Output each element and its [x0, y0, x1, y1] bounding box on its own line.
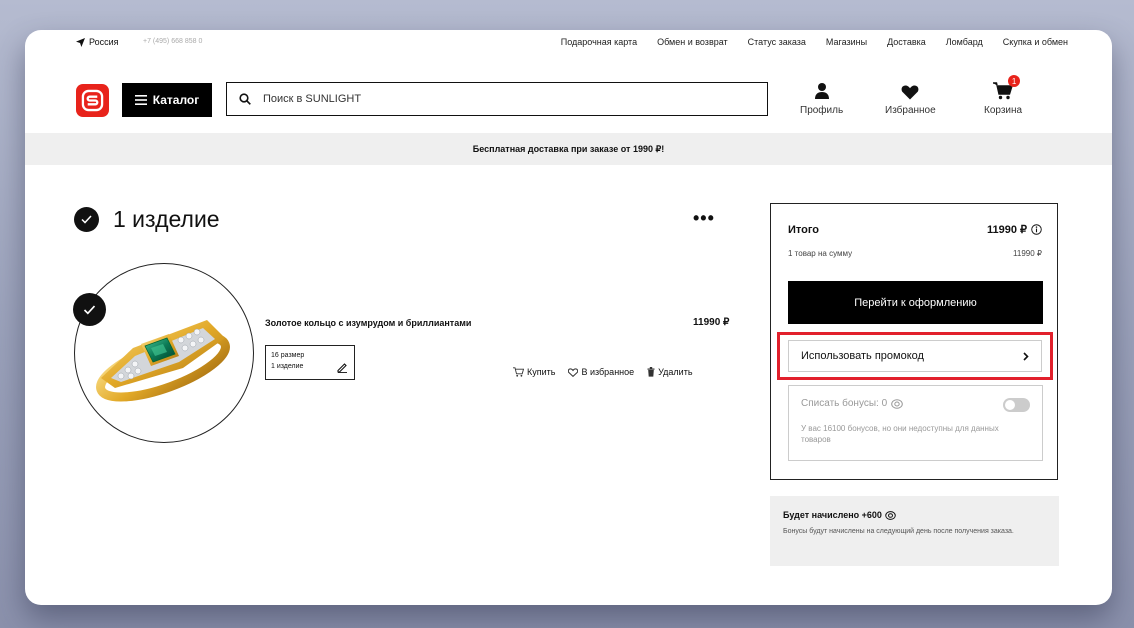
- bonus-note: У вас 16100 бонусов, но они недоступны д…: [801, 424, 999, 444]
- remove-button[interactable]: Удалить: [647, 367, 693, 377]
- buy-label: Купить: [527, 367, 556, 377]
- menu-icon: [134, 95, 147, 105]
- heart-outline-icon: [568, 367, 579, 377]
- link-stores[interactable]: Магазины: [826, 37, 867, 47]
- cart-button[interactable]: 1 Корзина: [984, 75, 1023, 116]
- search-bar[interactable]: [226, 82, 768, 116]
- select-all-checkbox[interactable]: [74, 207, 99, 232]
- size-quantity-box[interactable]: 16 размер 1 изделие: [265, 345, 355, 380]
- ring-image-icon: [96, 320, 230, 402]
- cart-heading: 1 изделие: [74, 206, 220, 233]
- heart-icon: [901, 85, 919, 100]
- profile-button[interactable]: Профиль: [800, 78, 843, 116]
- product-name[interactable]: Золотое кольцо с изумрудом и бриллиантам…: [265, 318, 471, 328]
- logo-s-icon: [81, 89, 104, 112]
- search-icon: [239, 93, 251, 105]
- bonus-line: Списать бонусы: 0: [801, 398, 903, 409]
- order-summary: Итого 11990 ₽ 1 товар на сумму 11990 ₽ П…: [770, 203, 1058, 480]
- cart-icon: [513, 367, 524, 377]
- search-input[interactable]: [261, 92, 745, 106]
- item-checkbox[interactable]: [73, 293, 106, 326]
- more-options-icon[interactable]: •••: [693, 208, 715, 229]
- top-links: Подарочная карта Обмен и возврат Статус …: [561, 37, 1068, 47]
- favorites-button[interactable]: Избранное: [885, 78, 936, 116]
- location-arrow-icon: [76, 37, 85, 47]
- promo-label: Использовать промокод: [801, 350, 924, 362]
- checkmark-icon: [81, 215, 92, 224]
- accrual-title: Будет начислено +600: [783, 510, 882, 520]
- favorites-label: Избранное: [885, 105, 936, 116]
- link-buyback[interactable]: Скупка и обмен: [1003, 37, 1068, 47]
- buy-button[interactable]: Купить: [513, 367, 555, 377]
- items-sum-value: 11990 ₽: [1013, 249, 1042, 258]
- accrual-note: Бонусы будут начислены на следующий день…: [783, 528, 1014, 535]
- edit-pencil-icon[interactable]: [337, 362, 348, 373]
- summary-total: 11990 ₽: [987, 223, 1042, 236]
- summary-title: Итого: [788, 224, 820, 236]
- bonus-coin-icon: [885, 510, 896, 520]
- location-selector[interactable]: Россия: [76, 37, 119, 47]
- link-order-status[interactable]: Статус заказа: [748, 37, 806, 47]
- banner-text: Бесплатная доставка при заказе от 1990 ₽…: [472, 143, 665, 154]
- accrual-title-row: Будет начислено +600: [783, 510, 896, 520]
- trash-icon: [647, 367, 655, 377]
- catalog-button[interactable]: Каталог: [122, 83, 212, 117]
- page-title: 1 изделие: [113, 206, 220, 232]
- cart-count-badge: 1: [1008, 75, 1021, 87]
- item-actions: Купить В избранное Удалить: [513, 367, 693, 377]
- cart-label: Корзина: [984, 105, 1023, 116]
- bonus-toggle[interactable]: [1003, 398, 1030, 412]
- link-pawnshop[interactable]: Ломбард: [946, 37, 983, 47]
- profile-icon: [814, 83, 829, 99]
- favorite-label: В избранное: [581, 367, 635, 377]
- link-exchange-return[interactable]: Обмен и возврат: [657, 37, 728, 47]
- location-label: Россия: [89, 37, 119, 47]
- top-bar: Россия +7 (495) 668 858 0 Подарочная кар…: [25, 30, 1112, 54]
- info-icon[interactable]: [1031, 224, 1042, 235]
- bonus-coin-icon: [891, 398, 903, 409]
- page-card: Россия +7 (495) 668 858 0 Подарочная кар…: [25, 30, 1112, 605]
- bonus-panel: Списать бонусы: 0 У вас 16100 бонусов, н…: [788, 385, 1043, 461]
- product-price: 11990 ₽: [693, 317, 730, 328]
- chevron-right-icon: [1023, 351, 1029, 361]
- checkmark-icon: [83, 305, 96, 315]
- link-delivery[interactable]: Доставка: [887, 37, 926, 47]
- profile-label: Профиль: [800, 105, 844, 116]
- size-label: 16 размер: [271, 352, 305, 359]
- free-delivery-banner: Бесплатная доставка при заказе от 1990 ₽…: [25, 133, 1112, 165]
- phone-number[interactable]: +7 (495) 668 858 0: [143, 38, 202, 45]
- items-sum-label: 1 товар на сумму: [788, 249, 853, 258]
- bonus-accrual-panel: Будет начислено +600 Бонусы будут начисл…: [770, 496, 1059, 566]
- catalog-label: Каталог: [152, 93, 200, 107]
- total-value: 11990 ₽: [986, 224, 1027, 236]
- checkout-button[interactable]: Перейти к оформлению: [788, 281, 1043, 324]
- bonus-label: Списать бонусы: 0: [801, 398, 888, 409]
- link-gift-card[interactable]: Подарочная карта: [561, 37, 637, 47]
- promo-code-button[interactable]: Использовать промокод: [788, 340, 1042, 372]
- sunlight-logo[interactable]: [76, 84, 109, 117]
- add-to-favorites-button[interactable]: В избранное: [568, 367, 634, 377]
- checkout-label: Перейти к оформлению: [854, 296, 977, 309]
- product-image[interactable]: [74, 263, 254, 443]
- remove-label: Удалить: [658, 367, 693, 377]
